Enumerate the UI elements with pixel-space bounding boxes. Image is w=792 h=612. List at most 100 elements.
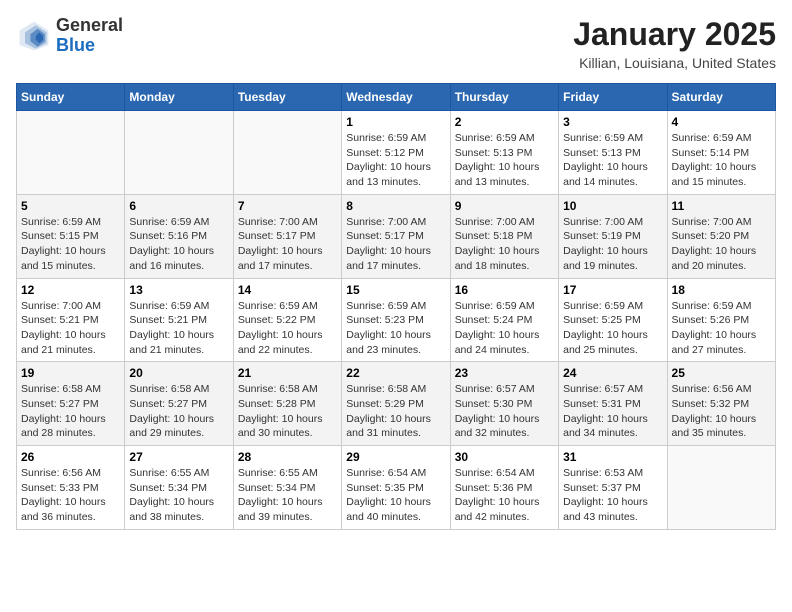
calendar-cell: 2 Sunrise: 6:59 AM Sunset: 5:13 PM Daylig… <box>450 111 558 195</box>
day-info: Sunrise: 6:58 AM Sunset: 5:29 PM Dayligh… <box>346 382 445 441</box>
day-number: 1 <box>346 115 445 129</box>
logo-icon <box>16 18 52 54</box>
col-header-wednesday: Wednesday <box>342 84 450 111</box>
day-number: 6 <box>129 199 228 213</box>
calendar-cell: 26 Sunrise: 6:56 AM Sunset: 5:33 PM Dayli… <box>17 446 125 530</box>
day-info: Sunrise: 6:59 AM Sunset: 5:13 PM Dayligh… <box>563 131 662 190</box>
day-info: Sunrise: 6:55 AM Sunset: 5:34 PM Dayligh… <box>129 466 228 525</box>
day-info: Sunrise: 6:56 AM Sunset: 5:33 PM Dayligh… <box>21 466 120 525</box>
calendar-cell: 7Sunrise: 7:00 AM Sunset: 5:17 PM Daylig… <box>233 194 341 278</box>
calendar-cell: 24 Sunrise: 6:57 AM Sunset: 5:31 PM Dayli… <box>559 362 667 446</box>
day-info: Sunrise: 6:57 AM Sunset: 5:31 PM Dayligh… <box>563 382 662 441</box>
day-number: 14 <box>238 283 337 297</box>
calendar-cell <box>233 111 341 195</box>
day-number: 16 <box>455 283 554 297</box>
day-number: 8 <box>346 199 445 213</box>
day-info: Sunrise: 6:54 AM Sunset: 5:36 PM Dayligh… <box>455 466 554 525</box>
calendar-cell <box>17 111 125 195</box>
calendar-cell: 20 Sunrise: 6:58 AM Sunset: 5:27 PM Dayli… <box>125 362 233 446</box>
day-info: Sunrise: 6:59 AM Sunset: 5:16 PM Dayligh… <box>129 215 228 274</box>
calendar-cell: 5 Sunrise: 6:59 AM Sunset: 5:15 PM Daylig… <box>17 194 125 278</box>
day-number: 19 <box>21 366 120 380</box>
day-info: Sunrise: 6:55 AM Sunset: 5:34 PM Dayligh… <box>238 466 337 525</box>
day-info: Sunrise: 7:00 AM Sunset: 5:20 PM Dayligh… <box>672 215 771 274</box>
calendar-table: SundayMondayTuesdayWednesdayThursdayFrid… <box>16 83 776 530</box>
calendar-cell: 30 Sunrise: 6:54 AM Sunset: 5:36 PM Dayli… <box>450 446 558 530</box>
day-number: 17 <box>563 283 662 297</box>
calendar-cell <box>667 446 775 530</box>
calendar-cell: 12Sunrise: 7:00 AM Sunset: 5:21 PM Dayli… <box>17 278 125 362</box>
calendar-cell <box>125 111 233 195</box>
day-number: 25 <box>672 366 771 380</box>
day-number: 20 <box>129 366 228 380</box>
calendar-cell: 4 Sunrise: 6:59 AM Sunset: 5:14 PM Daylig… <box>667 111 775 195</box>
day-info: Sunrise: 6:58 AM Sunset: 5:28 PM Dayligh… <box>238 382 337 441</box>
logo-general-text: General <box>56 16 123 36</box>
day-number: 5 <box>21 199 120 213</box>
day-number: 31 <box>563 450 662 464</box>
calendar-cell: 10Sunrise: 7:00 AM Sunset: 5:19 PM Dayli… <box>559 194 667 278</box>
day-number: 4 <box>672 115 771 129</box>
day-info: Sunrise: 6:59 AM Sunset: 5:14 PM Dayligh… <box>672 131 771 190</box>
calendar-cell: 6 Sunrise: 6:59 AM Sunset: 5:16 PM Daylig… <box>125 194 233 278</box>
logo-blue-text: Blue <box>56 36 123 56</box>
day-info: Sunrise: 7:00 AM Sunset: 5:17 PM Dayligh… <box>346 215 445 274</box>
day-info: Sunrise: 6:54 AM Sunset: 5:35 PM Dayligh… <box>346 466 445 525</box>
calendar-cell: 28 Sunrise: 6:55 AM Sunset: 5:34 PM Dayli… <box>233 446 341 530</box>
calendar-cell: 31 Sunrise: 6:53 AM Sunset: 5:37 PM Dayli… <box>559 446 667 530</box>
day-info: Sunrise: 6:59 AM Sunset: 5:25 PM Dayligh… <box>563 299 662 358</box>
day-number: 2 <box>455 115 554 129</box>
calendar-cell: 9Sunrise: 7:00 AM Sunset: 5:18 PM Daylig… <box>450 194 558 278</box>
header-row: SundayMondayTuesdayWednesdayThursdayFrid… <box>17 84 776 111</box>
calendar-cell: 11Sunrise: 7:00 AM Sunset: 5:20 PM Dayli… <box>667 194 775 278</box>
week-row-2: 5 Sunrise: 6:59 AM Sunset: 5:15 PM Daylig… <box>17 194 776 278</box>
title-block: January 2025 Killian, Louisiana, United … <box>573 16 776 71</box>
day-number: 18 <box>672 283 771 297</box>
calendar-cell: 17 Sunrise: 6:59 AM Sunset: 5:25 PM Dayli… <box>559 278 667 362</box>
calendar-cell: 21 Sunrise: 6:58 AM Sunset: 5:28 PM Dayli… <box>233 362 341 446</box>
day-info: Sunrise: 7:00 AM Sunset: 5:18 PM Dayligh… <box>455 215 554 274</box>
day-info: Sunrise: 6:59 AM Sunset: 5:22 PM Dayligh… <box>238 299 337 358</box>
day-number: 22 <box>346 366 445 380</box>
month-title: January 2025 <box>573 16 776 53</box>
calendar-cell: 14 Sunrise: 6:59 AM Sunset: 5:22 PM Dayli… <box>233 278 341 362</box>
day-number: 21 <box>238 366 337 380</box>
day-info: Sunrise: 6:59 AM Sunset: 5:15 PM Dayligh… <box>21 215 120 274</box>
location-text: Killian, Louisiana, United States <box>573 55 776 71</box>
day-info: Sunrise: 7:00 AM Sunset: 5:17 PM Dayligh… <box>238 215 337 274</box>
day-info: Sunrise: 6:59 AM Sunset: 5:13 PM Dayligh… <box>455 131 554 190</box>
col-header-sunday: Sunday <box>17 84 125 111</box>
calendar-cell: 29 Sunrise: 6:54 AM Sunset: 5:35 PM Dayli… <box>342 446 450 530</box>
calendar-cell: 18Sunrise: 6:59 AM Sunset: 5:26 PM Dayli… <box>667 278 775 362</box>
calendar-cell: 25 Sunrise: 6:56 AM Sunset: 5:32 PM Dayli… <box>667 362 775 446</box>
day-number: 28 <box>238 450 337 464</box>
day-number: 30 <box>455 450 554 464</box>
calendar-cell: 16 Sunrise: 6:59 AM Sunset: 5:24 PM Dayli… <box>450 278 558 362</box>
day-info: Sunrise: 6:58 AM Sunset: 5:27 PM Dayligh… <box>129 382 228 441</box>
day-info: Sunrise: 6:59 AM Sunset: 5:12 PM Dayligh… <box>346 131 445 190</box>
day-info: Sunrise: 7:00 AM Sunset: 5:19 PM Dayligh… <box>563 215 662 274</box>
week-row-4: 19 Sunrise: 6:58 AM Sunset: 5:27 PM Dayli… <box>17 362 776 446</box>
day-number: 26 <box>21 450 120 464</box>
day-info: Sunrise: 6:53 AM Sunset: 5:37 PM Dayligh… <box>563 466 662 525</box>
day-info: Sunrise: 7:00 AM Sunset: 5:21 PM Dayligh… <box>21 299 120 358</box>
day-number: 23 <box>455 366 554 380</box>
day-info: Sunrise: 6:59 AM Sunset: 5:24 PM Dayligh… <box>455 299 554 358</box>
day-number: 29 <box>346 450 445 464</box>
col-header-friday: Friday <box>559 84 667 111</box>
logo: General Blue <box>16 16 123 56</box>
calendar-cell: 13Sunrise: 6:59 AM Sunset: 5:21 PM Dayli… <box>125 278 233 362</box>
col-header-thursday: Thursday <box>450 84 558 111</box>
day-info: Sunrise: 6:59 AM Sunset: 5:23 PM Dayligh… <box>346 299 445 358</box>
calendar-cell: 8 Sunrise: 7:00 AM Sunset: 5:17 PM Daylig… <box>342 194 450 278</box>
calendar-cell: 23Sunrise: 6:57 AM Sunset: 5:30 PM Dayli… <box>450 362 558 446</box>
day-info: Sunrise: 6:56 AM Sunset: 5:32 PM Dayligh… <box>672 382 771 441</box>
calendar-cell: 1 Sunrise: 6:59 AM Sunset: 5:12 PM Daylig… <box>342 111 450 195</box>
page-header: General Blue January 2025 Killian, Louis… <box>16 16 776 71</box>
week-row-1: 1 Sunrise: 6:59 AM Sunset: 5:12 PM Daylig… <box>17 111 776 195</box>
day-number: 27 <box>129 450 228 464</box>
col-header-saturday: Saturday <box>667 84 775 111</box>
col-header-tuesday: Tuesday <box>233 84 341 111</box>
day-number: 24 <box>563 366 662 380</box>
calendar-cell: 15Sunrise: 6:59 AM Sunset: 5:23 PM Dayli… <box>342 278 450 362</box>
